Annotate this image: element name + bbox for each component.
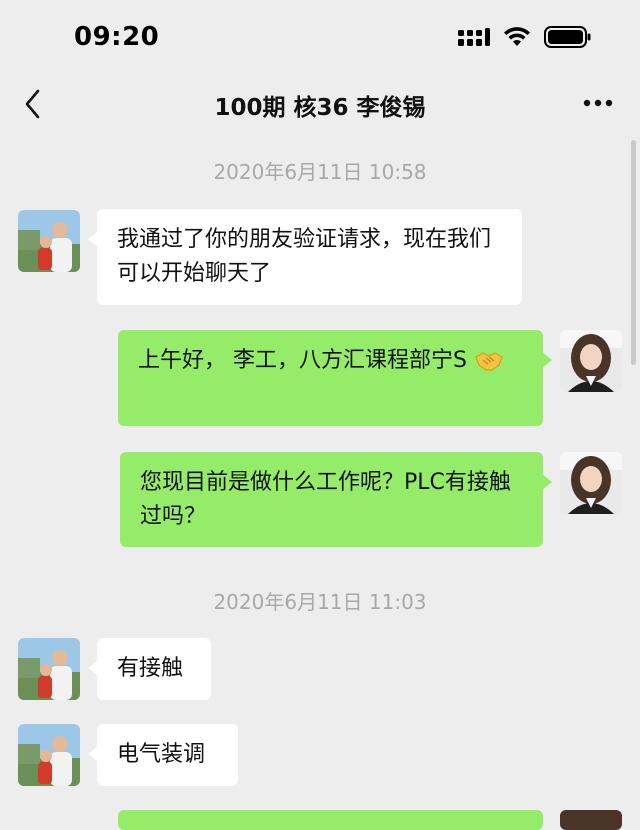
battery-icon (544, 25, 592, 53)
my-avatar[interactable] (560, 452, 622, 514)
message-timestamp: 2020年6月11日 10:58 (213, 160, 427, 184)
my-avatar[interactable] (560, 330, 622, 392)
sent-message-bubble[interactable]: 上午好， 李工，八方汇课程部宁S (118, 330, 552, 426)
cellular-signal-icon (458, 26, 490, 52)
message-timestamp: 2020年6月11日 11:03 (213, 590, 427, 614)
message-text: 有接触 (117, 656, 184, 681)
more-dots-icon (583, 99, 613, 107)
received-message-bubble[interactable]: 电气装调 (88, 724, 238, 786)
sent-message-bubble[interactable]: 您现目前是做什么工作呢？PLC有接触过吗？ (120, 452, 552, 547)
status-icons (458, 25, 592, 53)
message-text: 电气装调 (117, 742, 206, 767)
status-time: 09:20 (74, 22, 160, 52)
handshake-emoji-icon (474, 349, 504, 384)
nav-bar: 100期 核36 李俊锡 (0, 72, 640, 136)
chat-title: 100期 核36 李俊锡 (214, 95, 426, 121)
received-message-bubble[interactable]: 我通过了你的朋友验证请求，现在我们可以开始聊天了 (88, 209, 522, 305)
contact-avatar[interactable] (18, 724, 80, 786)
sent-message-bubble-partial[interactable] (118, 810, 543, 830)
received-message-bubble[interactable]: 有接触 (88, 638, 211, 700)
more-button[interactable] (580, 88, 616, 118)
message-text: 您现目前是做什么工作呢？PLC有接触过吗？ (140, 470, 511, 529)
status-bar: 09:20 (0, 0, 640, 70)
message-text: 我通过了你的朋友验证请求，现在我们可以开始聊天了 (117, 227, 492, 286)
wifi-icon (502, 26, 532, 52)
my-avatar-partial[interactable] (560, 810, 622, 830)
contact-avatar[interactable] (18, 638, 80, 700)
contact-avatar[interactable] (18, 210, 80, 272)
message-text: 上午好， 李工，八方汇课程部宁S (138, 348, 467, 373)
